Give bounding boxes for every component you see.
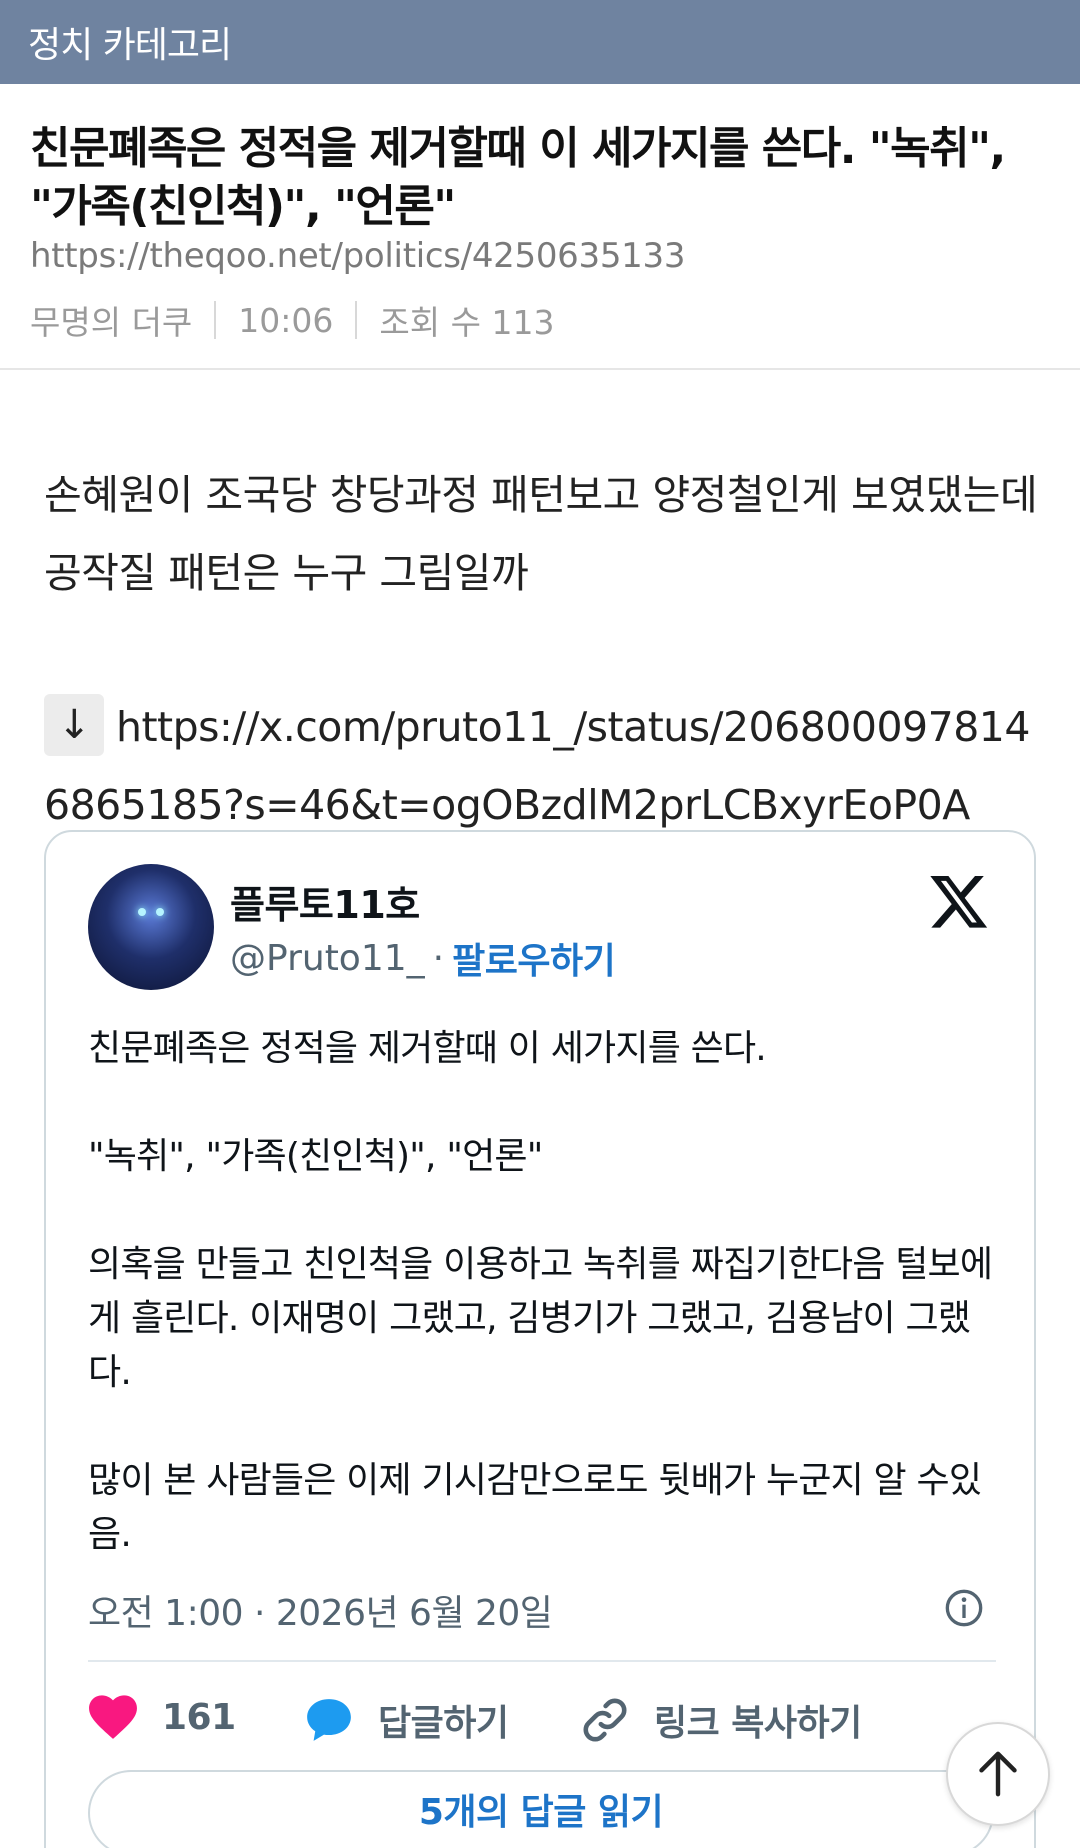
arrow-up-icon [979, 1751, 1017, 1797]
post-link[interactable]: https://x.com/pruto11_/status/2068000978… [44, 703, 1030, 829]
tweet-embed[interactable]: 플루토11호 @Pruto11_ · 팔로우하기 친문폐족은 정적을 제거할때 … [44, 830, 1036, 1848]
avatar[interactable] [88, 864, 214, 990]
post-time: 10:06 [238, 300, 334, 340]
post-title: 친문폐족은 정적을 제거할때 이 세가지를 쓴다. "녹취", "가족(친인척)… [30, 123, 1006, 232]
tweet-paragraph: 많이 본 사람들은 이제 기시감만으로도 뒷배가 누군지 알 수있음. [88, 1460, 982, 1555]
copy-link-button[interactable]: 링크 복사하기 [580, 1694, 862, 1746]
tweet-text: 친문폐족은 정적을 제거할때 이 세가지를 쓴다. "녹취", "가족(친인척)… [88, 1022, 1008, 1616]
tweet-paragraph: 의혹을 만들고 친인척을 이용하고 녹취를 짜집기한다음 털보에게 흘린다. 이… [88, 1244, 993, 1393]
copy-link-label: 링크 복사하기 [654, 1703, 862, 1744]
follow-button[interactable]: 팔로우하기 [452, 932, 616, 984]
tweet-author-name[interactable]: 플루토11호 [230, 874, 420, 929]
tweet-paragraph: 친문폐족은 정적을 제거할때 이 세가지를 쓴다. [88, 1028, 767, 1069]
like-count: 161 [162, 1696, 236, 1738]
tweet-handle-row: @Pruto11_ · 팔로우하기 [230, 932, 616, 984]
info-icon[interactable] [944, 1588, 984, 1628]
post-url[interactable]: https://theqoo.net/politics/4250635133 [30, 236, 685, 276]
link-icon [583, 1698, 627, 1742]
x-logo-icon[interactable] [928, 870, 990, 932]
post-body: 손혜원이 조국당 창당과정 패턴보고 양정철인게 보였댔는데 공작질 패턴은 누… [44, 471, 1038, 597]
post-link-line: ↓ https://x.com/pruto11_/status/206800097… [44, 688, 1054, 844]
reply-bubble-icon [307, 1699, 351, 1741]
avatar-eye [156, 908, 164, 916]
tweet-paragraph: "녹취", "가족(친인척)", "언론" [88, 1136, 543, 1177]
tweet-actions: 161 답글하기 링크 복사하기 [88, 1694, 988, 1758]
tweet-handle[interactable]: @Pruto11_ [230, 938, 425, 979]
reply-button[interactable]: 답글하기 [304, 1694, 509, 1746]
post-views: 조회 수 113 [379, 303, 555, 342]
post-meta: 무명의 더쿠 10:06 조회 수 113 [30, 296, 554, 344]
down-arrow-icon: ↓ [44, 694, 104, 756]
scroll-top-button[interactable] [946, 1722, 1050, 1826]
tweet-timestamp[interactable]: 오전 1:00 · 2026년 6월 20일 [88, 1584, 553, 1636]
post-header: 친문폐족은 정적을 제거할때 이 세가지를 쓴다. "녹취", "가족(친인척)… [0, 84, 1080, 370]
post-author: 무명의 더쿠 [30, 303, 193, 342]
meta-divider [355, 301, 358, 339]
category-label: 정치 카테고리 [28, 25, 232, 66]
read-replies-button[interactable]: 5개의 답글 읽기 [88, 1770, 994, 1848]
avatar-eye [138, 908, 146, 916]
reply-label: 답글하기 [378, 1703, 509, 1744]
tweet-divider [88, 1660, 996, 1662]
like-button[interactable]: 161 [88, 1694, 236, 1740]
meta-divider [214, 301, 217, 339]
category-bar[interactable]: 정치 카테고리 [0, 0, 1080, 84]
heart-icon [89, 1695, 137, 1739]
separator-dot: · [432, 937, 445, 979]
